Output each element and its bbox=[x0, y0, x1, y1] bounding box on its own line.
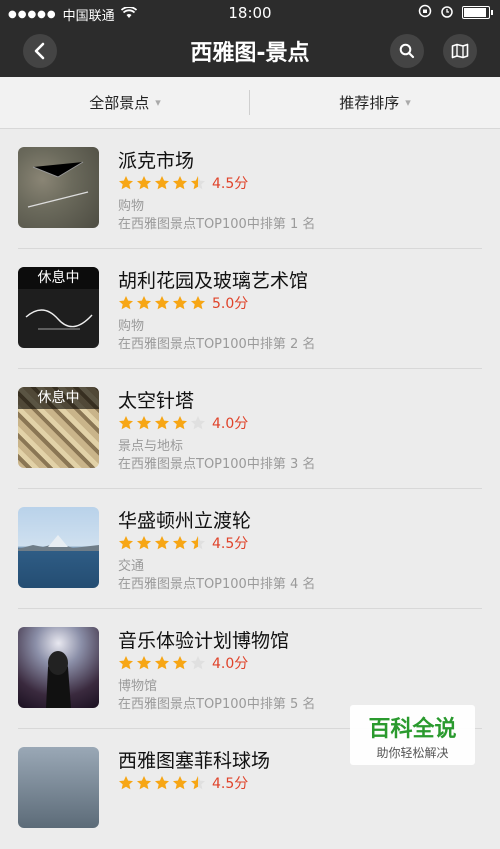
item-score: 5.0分 bbox=[212, 296, 249, 312]
star-icon bbox=[191, 176, 205, 190]
star-rating bbox=[118, 775, 206, 791]
search-icon bbox=[399, 43, 415, 59]
page-title: 西雅图-景点 bbox=[190, 41, 310, 66]
search-button[interactable] bbox=[390, 34, 424, 68]
thumbnail-image bbox=[18, 627, 99, 708]
closed-badge: 休息中 bbox=[18, 387, 99, 409]
star-icon bbox=[155, 176, 169, 190]
item-name: 西雅图塞菲科球场 bbox=[118, 750, 271, 772]
star-icon bbox=[191, 776, 205, 790]
item-rating: 4.0分 bbox=[118, 653, 248, 673]
star-icon bbox=[137, 776, 151, 790]
star-icon bbox=[155, 296, 169, 310]
star-icon bbox=[155, 416, 169, 430]
star-icon bbox=[137, 176, 151, 190]
star-icon bbox=[173, 776, 187, 790]
item-rating: 4.0分 bbox=[118, 413, 248, 433]
item-score: 4.0分 bbox=[212, 656, 249, 672]
list-item[interactable]: 休息中 太空针塔 4.0分 景点与地标 在西雅图景点TOP100中排第 3 名 bbox=[0, 369, 500, 489]
item-category: 博物馆 bbox=[118, 679, 158, 694]
item-score: 4.5分 bbox=[212, 536, 249, 552]
list-item[interactable]: 休息中 胡利花园及玻璃艺术馆 5.0分 购物 在西雅图景点TOP100中排第 2… bbox=[0, 249, 500, 369]
rotation-lock-icon bbox=[418, 4, 432, 21]
star-icon bbox=[119, 416, 133, 430]
thumbnail-image: 休息中 bbox=[18, 387, 99, 468]
item-name: 音乐体验计划博物馆 bbox=[118, 630, 290, 652]
star-icon bbox=[119, 536, 133, 550]
star-icon bbox=[119, 656, 133, 670]
item-rank: 在西雅图景点TOP100中排第 2 名 bbox=[118, 337, 316, 352]
star-icon bbox=[191, 296, 205, 310]
item-category: 购物 bbox=[118, 199, 145, 214]
item-rating: 5.0分 bbox=[118, 293, 248, 313]
star-icon bbox=[173, 536, 187, 550]
closed-badge: 休息中 bbox=[18, 267, 99, 289]
watermark: 百科全说 助你轻松解决 bbox=[350, 705, 475, 765]
star-rating bbox=[118, 415, 206, 431]
item-rank: 在西雅图景点TOP100中排第 4 名 bbox=[118, 577, 316, 592]
star-icon bbox=[173, 656, 187, 670]
star-icon bbox=[191, 536, 205, 550]
star-icon bbox=[155, 776, 169, 790]
item-rating: 4.5分 bbox=[118, 173, 248, 193]
item-score: 4.5分 bbox=[212, 776, 249, 792]
item-name: 太空针塔 bbox=[118, 390, 195, 412]
star-icon bbox=[155, 536, 169, 550]
watermark-tagline: 助你轻松解决 bbox=[376, 746, 449, 760]
star-rating bbox=[118, 655, 206, 671]
star-icon bbox=[155, 656, 169, 670]
item-category: 交通 bbox=[118, 559, 145, 574]
star-icon bbox=[191, 416, 205, 430]
status-bar: ●●●●● 中国联通 18:00 bbox=[0, 0, 500, 26]
item-name: 胡利花园及玻璃艺术馆 bbox=[118, 270, 309, 292]
thumbnail-image bbox=[18, 147, 99, 228]
item-rank: 在西雅图景点TOP100中排第 5 名 bbox=[118, 697, 316, 712]
thumbnail-image bbox=[18, 507, 99, 588]
item-rank: 在西雅图景点TOP100中排第 1 名 bbox=[118, 217, 316, 232]
thumbnail-image bbox=[18, 747, 99, 828]
map-icon bbox=[451, 43, 469, 59]
star-icon bbox=[191, 656, 205, 670]
map-button[interactable] bbox=[443, 34, 477, 68]
item-rating: 4.5分 bbox=[118, 773, 248, 793]
star-icon bbox=[173, 176, 187, 190]
star-icon bbox=[119, 776, 133, 790]
thumbnail-image: 休息中 bbox=[18, 267, 99, 348]
item-rating: 4.5分 bbox=[118, 533, 248, 553]
alarm-icon bbox=[440, 4, 454, 21]
battery-icon bbox=[462, 6, 493, 19]
category-filter-label: 全部景点 bbox=[89, 94, 150, 112]
star-icon bbox=[173, 416, 187, 430]
star-icon bbox=[119, 176, 133, 190]
star-icon bbox=[137, 536, 151, 550]
list-item[interactable]: 华盛顿州立渡轮 4.5分 交通 在西雅图景点TOP100中排第 4 名 bbox=[0, 489, 500, 609]
star-icon bbox=[137, 416, 151, 430]
star-rating bbox=[118, 535, 206, 551]
item-name: 华盛顿州立渡轮 bbox=[118, 510, 252, 532]
filter-bar: 全部景点 ▾ 推荐排序 ▾ bbox=[0, 77, 500, 129]
top-bar: ●●●●● 中国联通 18:00 西雅图-景点 bbox=[0, 0, 500, 77]
item-category: 景点与地标 bbox=[118, 439, 184, 454]
star-icon bbox=[119, 296, 133, 310]
item-rank: 在西雅图景点TOP100中排第 3 名 bbox=[118, 457, 316, 472]
watermark-logo: 百科全说 bbox=[368, 717, 457, 742]
star-icon bbox=[137, 296, 151, 310]
star-rating bbox=[118, 295, 206, 311]
star-icon bbox=[137, 656, 151, 670]
list-item[interactable]: 派克市场 4.5分 购物 在西雅图景点TOP100中排第 1 名 bbox=[0, 129, 500, 249]
item-name: 派克市场 bbox=[118, 150, 195, 172]
item-category: 购物 bbox=[118, 319, 145, 334]
chevron-down-icon: ▾ bbox=[405, 96, 411, 109]
sort-filter[interactable]: 推荐排序 ▾ bbox=[250, 77, 500, 128]
item-score: 4.5分 bbox=[212, 176, 249, 192]
sort-filter-label: 推荐排序 bbox=[339, 94, 400, 112]
chevron-down-icon: ▾ bbox=[155, 96, 161, 109]
category-filter[interactable]: 全部景点 ▾ bbox=[0, 77, 250, 128]
star-icon bbox=[173, 296, 187, 310]
item-score: 4.0分 bbox=[212, 416, 249, 432]
star-rating bbox=[118, 175, 206, 191]
